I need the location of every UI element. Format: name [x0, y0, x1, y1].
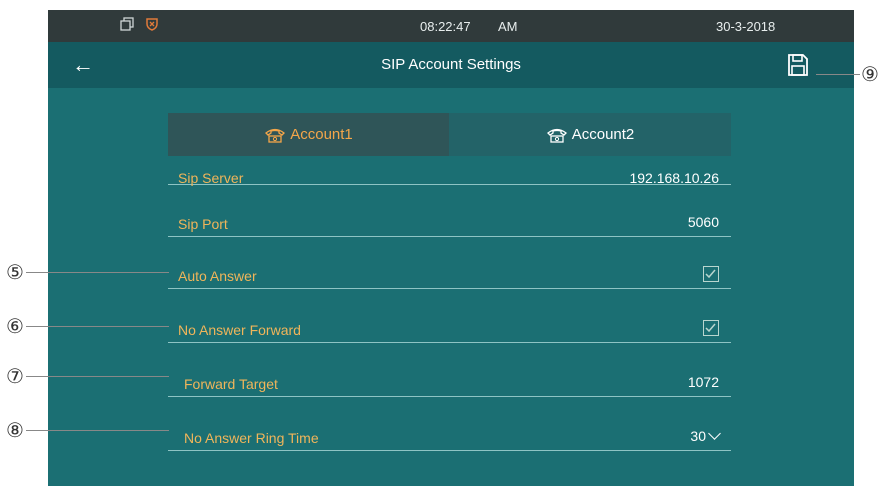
status-bar: 08:22:47 AM 30-3-2018 [48, 10, 854, 42]
callout-line [26, 376, 169, 377]
settings-list: Sip Server 192.168.10.26 Sip Port 5060 A… [168, 156, 731, 486]
tab-account2[interactable]: Account2 [449, 113, 731, 156]
save-button[interactable] [787, 53, 809, 77]
row-auto-answer[interactable]: Auto Answer [168, 238, 731, 289]
row-forward-target[interactable]: Forward Target 1072 [168, 346, 731, 397]
chevron-down-icon [708, 427, 721, 440]
copy-icon [120, 17, 134, 31]
callout-8: ⑧ [6, 418, 24, 442]
status-date: 30-3-2018 [716, 19, 776, 34]
row-no-answer-ring-time[interactable]: No Answer Ring Time 30 [168, 400, 731, 451]
row-label: No Answer Forward [178, 322, 301, 338]
row-label: Sip Port [178, 216, 228, 232]
callout-line [26, 430, 169, 431]
telephone-icon [265, 128, 286, 143]
status-time: 08:22:47 [420, 19, 471, 34]
callout-line [816, 74, 860, 75]
shield-icon [145, 17, 159, 31]
checkmark-icon [705, 269, 716, 279]
callout-line [26, 272, 169, 273]
telephone-icon [546, 128, 567, 143]
status-ampm: AM [498, 19, 518, 34]
callout-6: ⑥ [6, 314, 24, 338]
tab-account1-label: Account1 [290, 126, 353, 143]
ring-time-dropdown[interactable]: 30 [690, 427, 721, 444]
row-no-answer-forward[interactable]: No Answer Forward [168, 292, 731, 343]
account-tabs: Account1 Account2 [168, 113, 731, 156]
callout-5: ⑤ [6, 260, 24, 284]
ring-time-value: 30 [690, 428, 706, 444]
floppy-disk-icon [788, 54, 808, 76]
checkmark-icon [705, 323, 716, 333]
row-value: 5060 [687, 214, 719, 230]
tab-account2-label: Account2 [571, 126, 635, 143]
no-answer-forward-checkbox[interactable] [703, 320, 719, 336]
row-value: 1072 [687, 374, 719, 390]
auto-answer-checkbox[interactable] [703, 266, 719, 282]
row-label: Sip Server [178, 170, 244, 186]
sip-account-settings-screen: 08:22:47 AM 30-3-2018 ← SIP Account Sett… [48, 10, 854, 486]
callout-line [26, 326, 169, 327]
row-label: No Answer Ring Time [184, 430, 319, 446]
title-bar: ← SIP Account Settings [48, 42, 854, 88]
row-sip-port[interactable]: Sip Port 5060 [168, 186, 731, 237]
row-label: Forward Target [184, 376, 278, 392]
tab-account1[interactable]: Account1 [168, 113, 449, 156]
row-value: 192.168.10.26 [629, 170, 719, 186]
row-sip-server[interactable]: Sip Server 192.168.10.26 [168, 156, 731, 186]
callout-7: ⑦ [6, 364, 24, 388]
row-label: Auto Answer [178, 268, 257, 284]
callout-9: ⑨ [861, 62, 879, 86]
page-title: SIP Account Settings [381, 56, 521, 73]
